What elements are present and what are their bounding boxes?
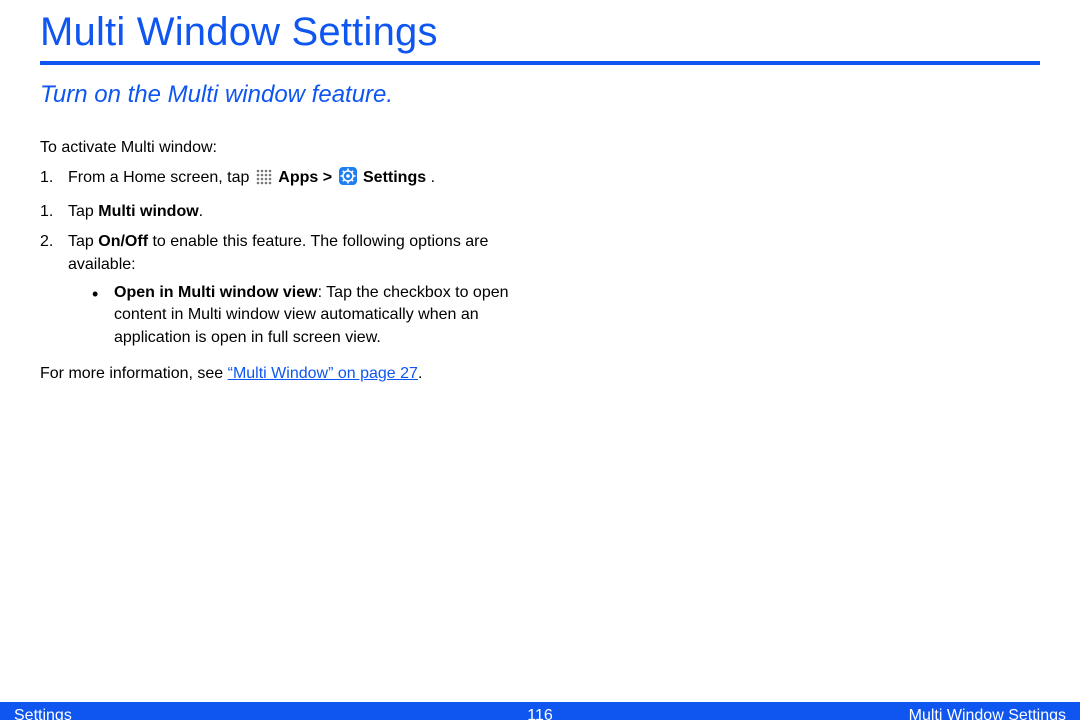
- step-number: 1.: [40, 167, 53, 189]
- apps-grid-icon: [256, 169, 272, 192]
- title-rule: [40, 61, 1040, 65]
- page-footer: Settings 116 Multi Window Settings: [0, 702, 1080, 720]
- step-1b-prefix: Tap: [68, 203, 98, 220]
- step-1-period: .: [431, 169, 435, 186]
- gt-separator: >: [323, 169, 337, 186]
- footer-left: Settings: [14, 707, 72, 720]
- page-title: Multi Window Settings: [40, 10, 1040, 55]
- settings-label: Settings: [363, 169, 426, 186]
- step-2: 2. Tap On/Off to enable this feature. Th…: [40, 231, 520, 349]
- more-info-prefix: For more information, see: [40, 365, 228, 382]
- option-open-in-multi-window: Open in Multi window view: Tap the check…: [68, 282, 520, 349]
- step-1b-suffix: .: [199, 203, 203, 220]
- footer-right: Multi Window Settings: [909, 707, 1066, 720]
- step-number: 2.: [40, 231, 53, 253]
- step-2-prefix: Tap: [68, 233, 98, 250]
- step-1b-bold: Multi window: [98, 203, 198, 220]
- page-subtitle: Turn on the Multi window feature.: [40, 81, 1040, 109]
- options-list: Open in Multi window view: Tap the check…: [68, 282, 520, 349]
- step-1-prefix: From a Home screen, tap: [68, 169, 254, 186]
- more-info: For more information, see “Multi Window”…: [40, 363, 520, 385]
- step-1b: 1. Tap Multi window.: [40, 201, 520, 223]
- step-number: 1.: [40, 201, 53, 223]
- more-info-suffix: .: [418, 365, 422, 382]
- apps-label: Apps: [278, 169, 318, 186]
- intro-text: To activate Multi window:: [40, 137, 520, 159]
- step-2-bold: On/Off: [98, 233, 148, 250]
- steps-list: 1. From a Home screen, tap Apps >: [40, 167, 520, 349]
- option-bold: Open in Multi window view: [114, 284, 318, 301]
- body-column: To activate Multi window: 1. From a Home…: [40, 137, 520, 386]
- step-1: 1. From a Home screen, tap Apps >: [40, 167, 520, 192]
- settings-gear-icon: [339, 167, 357, 192]
- multi-window-cross-ref-link[interactable]: “Multi Window” on page 27: [228, 365, 418, 382]
